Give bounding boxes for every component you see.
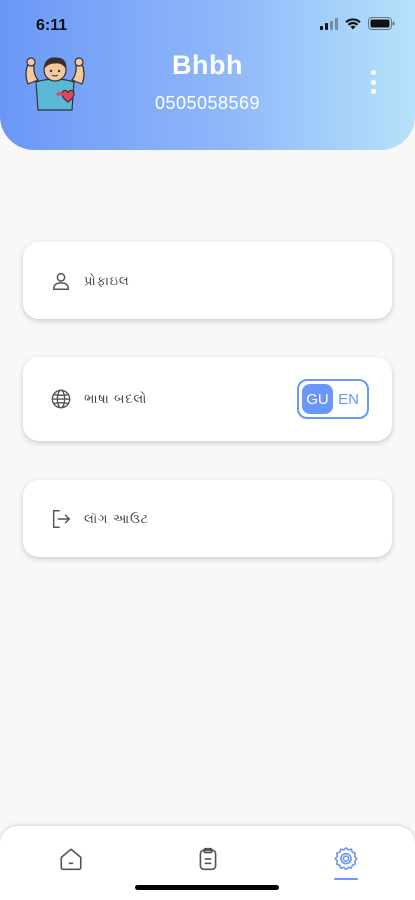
gear-icon [334,847,358,871]
logout-label: લૉગ આઉટ [84,510,150,526]
profile-menu-item[interactable]: પ્રોફાઇલ [23,242,392,319]
more-dot-icon [370,70,376,75]
profile-header: 6:11 Bhbh 0505058569 [0,0,415,150]
home-icon [60,848,82,871]
tab-settings[interactable] [331,844,361,874]
change-language-label: ભાષા બદલો [84,391,148,406]
status-time: 6:11 [36,17,68,34]
more-dot-icon [370,79,376,85]
user-phone: 0505058569 [154,93,261,113]
profile-label: પ્રોફાઇલ [84,272,130,288]
tab-home[interactable] [56,844,86,874]
language-toggle[interactable]: GU EN [297,379,369,419]
status-icons [320,17,395,30]
tab-reports[interactable] [193,844,223,874]
signal-icon [320,17,338,30]
clipboard-icon [199,847,217,871]
home-indicator [135,885,279,890]
globe-icon [51,389,71,409]
logout-icon [52,509,70,528]
language-option-gu[interactable]: GU [302,384,333,414]
change-language-item: ભાષા બદલો GU EN [23,357,392,441]
wifi-icon [345,17,361,29]
more-options-button[interactable] [369,70,377,94]
battery-icon [368,17,395,30]
more-dot-icon [370,89,376,94]
active-tab-indicator [334,878,358,880]
language-option-en[interactable]: EN [333,384,364,414]
user-icon [52,272,70,290]
logout-menu-item[interactable]: લૉગ આઉટ [23,480,392,557]
user-name: Bhbh [172,50,243,80]
